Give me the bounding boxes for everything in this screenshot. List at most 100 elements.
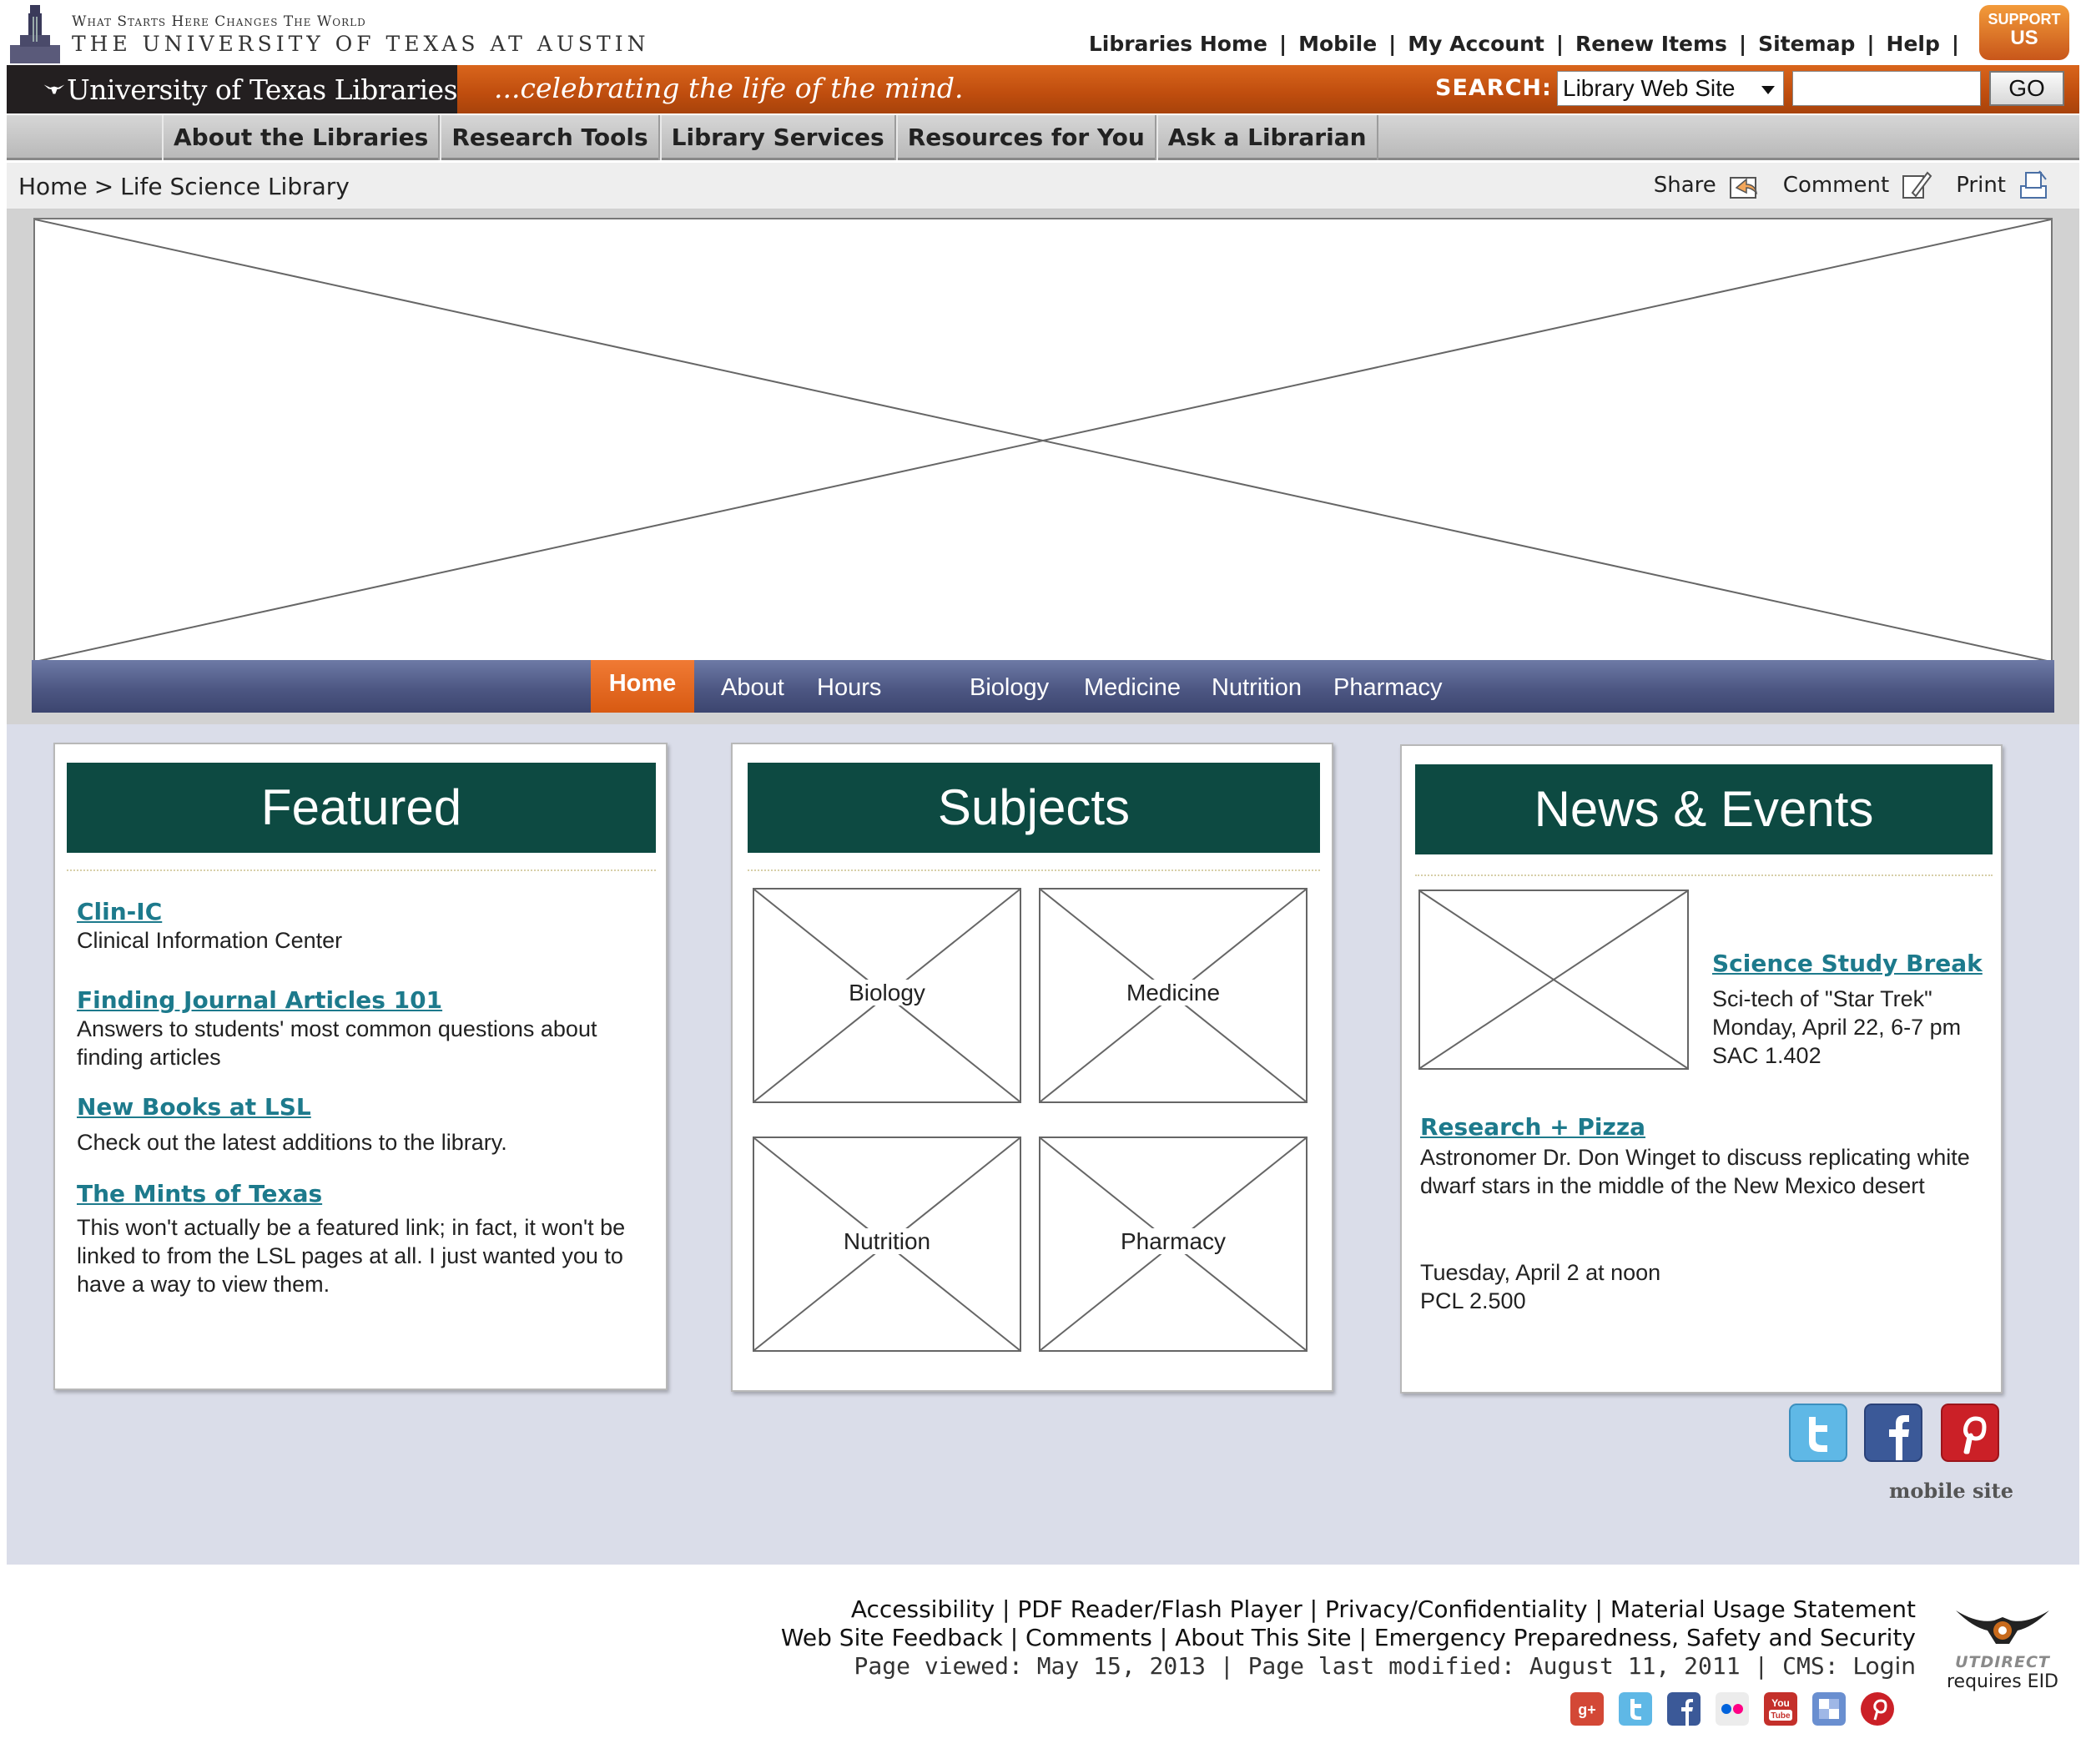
nav-ask-a-librarian[interactable]: Ask a Librarian <box>1156 115 1378 160</box>
cms-login-link[interactable]: Login <box>1852 1652 1916 1680</box>
ut-tower-logo[interactable] <box>5 2 65 65</box>
pinterest-icon[interactable] <box>1941 1404 1999 1462</box>
featured-title: Featured <box>67 763 656 853</box>
delicious-icon[interactable] <box>1812 1692 1846 1726</box>
utdirect-note: requires EID <box>1947 1671 2058 1692</box>
nav-library-services[interactable]: Library Services <box>659 115 896 160</box>
sitemap-link[interactable]: Sitemap <box>1758 32 1855 56</box>
utdirect-label: UTDIRECT <box>1955 1653 2050 1671</box>
news-detail: PCL 2.500 <box>1420 1288 1526 1313</box>
mobile-site-link[interactable]: mobile site <box>1889 1479 2013 1503</box>
subject-tile-nutrition[interactable]: Nutrition <box>753 1137 1021 1352</box>
lsl-nav: Home About Hours Biology Medicine Nutrit… <box>32 660 2054 713</box>
divider <box>748 869 1320 871</box>
lsl-tab-about[interactable]: About <box>721 660 784 713</box>
utdirect-logo[interactable]: UTDIRECT requires EID <box>1936 1602 2069 1702</box>
nav-research-tools[interactable]: Research Tools <box>440 115 660 160</box>
news-detail: SAC 1.402 <box>1712 1043 1821 1068</box>
page-tools: Share Comment Print <box>1630 169 2049 201</box>
search-input[interactable] <box>1792 71 1981 106</box>
subject-tile-medicine[interactable]: Medicine <box>1039 888 1308 1103</box>
breadcrumb-current: Life Science Library <box>120 173 350 200</box>
placeholder-cross <box>35 219 2051 662</box>
library-logo-box[interactable]: University of Texas Libraries <box>7 65 458 113</box>
footer-pdf-reader-link[interactable]: PDF Reader/Flash Player <box>1017 1595 1302 1623</box>
help-link[interactable]: Help <box>1887 32 1940 56</box>
twitter-icon[interactable] <box>1619 1692 1652 1726</box>
featured-link-clin-ic[interactable]: Clin-IC <box>77 898 162 925</box>
news-link-science-study-break[interactable]: Science Study Break <box>1712 950 1983 977</box>
footer-about-site-link[interactable]: About This Site <box>1175 1624 1352 1651</box>
print-icon <box>2020 170 2047 199</box>
breadcrumb-home[interactable]: Home <box>18 173 88 200</box>
facebook-icon[interactable] <box>1667 1692 1701 1726</box>
google-plus-icon[interactable]: g+ <box>1570 1692 1604 1726</box>
main-nav: About the Libraries Research Tools Libra… <box>7 115 2079 160</box>
footer-links: Accessibility | PDF Reader/Flash Player … <box>780 1595 1916 1680</box>
subject-label: Biology <box>845 980 929 1005</box>
page-viewed-date: Page viewed: May 15, 2013 <box>854 1652 1206 1680</box>
lsl-tab-pharmacy[interactable]: Pharmacy <box>1333 660 1443 713</box>
news-link-research-pizza[interactable]: Research + Pizza <box>1420 1113 1645 1141</box>
support-us-button[interactable]: SUPPORT US <box>1979 5 2069 60</box>
search-scope-select[interactable]: Library Web Site <box>1557 71 1784 106</box>
separator: | <box>1555 32 1564 56</box>
featured-link-new-books[interactable]: New Books at LSL <box>77 1093 311 1121</box>
footer-privacy-link[interactable]: Privacy/Confidentiality <box>1325 1595 1588 1623</box>
share-button[interactable]: Share <box>1654 169 1760 201</box>
footer-material-usage-link[interactable]: Material Usage Statement <box>1610 1595 1916 1623</box>
youtube-icon[interactable]: You Tube <box>1764 1692 1797 1726</box>
library-name: University of Texas Libraries <box>66 73 458 106</box>
news-events-title: News & Events <box>1415 764 1993 854</box>
go-button[interactable]: GO <box>1989 71 2064 106</box>
subject-tile-pharmacy[interactable]: Pharmacy <box>1039 1137 1308 1352</box>
facebook-icon[interactable] <box>1864 1404 1922 1462</box>
featured-panel: Featured Clin-IC Clinical Information Ce… <box>53 743 668 1390</box>
print-button[interactable]: Print <box>1956 169 2049 201</box>
breadcrumb-bar: Home > Life Science Library Share Comment … <box>7 163 2079 209</box>
university-name[interactable]: THE UNIVERSITY OF TEXAS AT AUSTIN <box>72 32 649 56</box>
news-image-placeholder[interactable] <box>1418 890 1689 1070</box>
news-detail: Monday, April 22, 6-7 pm <box>1712 1015 1962 1040</box>
pinterest-icon[interactable] <box>1861 1692 1894 1726</box>
nav-about-the-libraries[interactable]: About the Libraries <box>162 115 441 160</box>
separator: | <box>1867 32 1875 56</box>
renew-items-link[interactable]: Renew Items <box>1575 32 1727 56</box>
lsl-tab-hours[interactable]: Hours <box>817 660 881 713</box>
svg-text:Tube: Tube <box>1771 1711 1791 1721</box>
featured-link-mints-of-texas[interactable]: The Mints of Texas <box>77 1180 322 1207</box>
nav-resources-for-you[interactable]: Resources for You <box>895 115 1156 160</box>
mobile-link[interactable]: Mobile <box>1298 32 1377 56</box>
svg-text:g+: g+ <box>1578 1701 1596 1718</box>
comment-label: Comment <box>1782 173 1890 198</box>
divider <box>1415 874 1993 876</box>
search-label: SEARCH: <box>1435 75 1552 101</box>
comment-button[interactable]: Comment <box>1783 169 1932 201</box>
footer-comments-link[interactable]: Comments <box>1025 1624 1152 1651</box>
my-account-link[interactable]: My Account <box>1408 32 1544 56</box>
print-label: Print <box>1956 173 2006 198</box>
news-desc: Astronomer Dr. Don Winget to discuss rep… <box>1420 1145 1970 1198</box>
lsl-tab-biology[interactable]: Biology <box>970 660 1049 713</box>
lsl-tab-home[interactable]: Home <box>591 660 694 713</box>
subject-tile-biology[interactable]: Biology <box>753 888 1021 1103</box>
hero-area: Home About Hours Biology Medicine Nutrit… <box>7 209 2079 724</box>
news-detail: Sci-tech of "Star Trek" <box>1712 986 1932 1011</box>
twitter-icon[interactable] <box>1789 1404 1847 1462</box>
lsl-tab-medicine[interactable]: Medicine <box>1084 660 1181 713</box>
flickr-icon[interactable] <box>1716 1692 1749 1726</box>
separator: | <box>1388 32 1397 56</box>
news-events-panel: News & Events Science Study Break Sci-te… <box>1400 744 2003 1394</box>
share-icon <box>1729 177 1758 199</box>
lsl-tab-nutrition[interactable]: Nutrition <box>1212 660 1302 713</box>
footer-emergency-link[interactable]: Emergency Preparedness, Safety and Secur… <box>1374 1624 1916 1651</box>
subjects-title: Subjects <box>748 763 1320 853</box>
footer-accessibility-link[interactable]: Accessibility <box>851 1595 995 1623</box>
footer-feedback-link[interactable]: Web Site Feedback <box>781 1624 1003 1651</box>
libraries-home-link[interactable]: Libraries Home <box>1089 32 1267 56</box>
featured-link-finding-journal-articles[interactable]: Finding Journal Articles 101 <box>77 986 442 1014</box>
subject-label: Nutrition <box>839 1228 935 1254</box>
featured-desc: Clinical Information Center <box>77 928 343 953</box>
separator: | <box>1278 32 1287 56</box>
share-label: Share <box>1653 173 1716 198</box>
